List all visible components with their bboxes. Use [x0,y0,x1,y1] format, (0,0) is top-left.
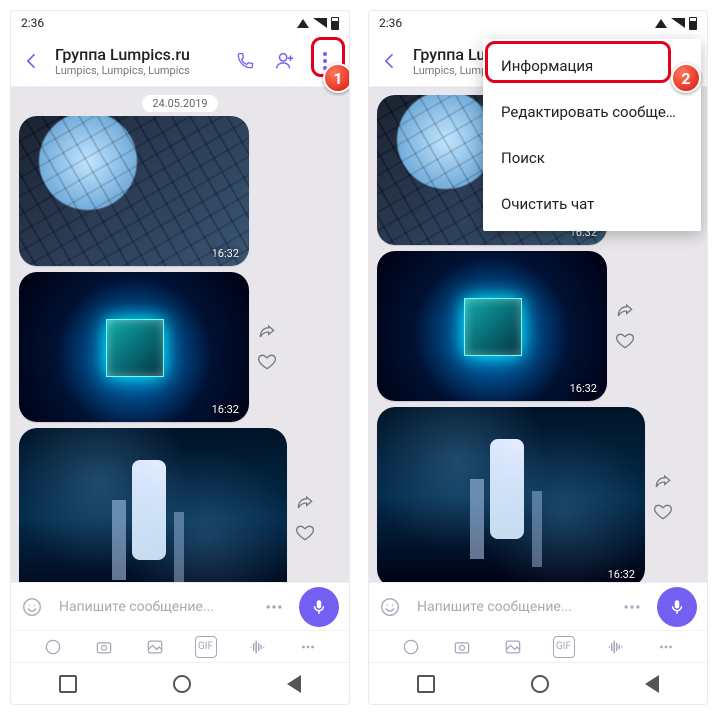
voice-message-button[interactable] [299,587,339,627]
share-icon[interactable] [653,472,673,492]
audio-wave-icon[interactable] [246,636,268,658]
message-input[interactable] [415,598,607,616]
network-icon [297,19,309,28]
sticker-icon[interactable] [379,596,401,618]
nav-bar [11,662,349,704]
add-member-button[interactable] [271,47,299,75]
image-message[interactable]: 16:32 [19,116,249,266]
audio-wave-icon[interactable] [604,636,626,658]
camera-icon[interactable] [451,636,473,658]
status-bar: 2:36 [369,11,707,35]
more-apps-icon[interactable] [655,636,677,658]
recents-button[interactable] [59,675,77,693]
date-pill: 24.05.2019 [142,95,217,112]
message-time: 16:32 [570,382,597,395]
menu-item-edit[interactable]: Редактировать сообщения [483,89,701,135]
more-composer-icon[interactable] [621,596,643,618]
chat-title-area[interactable]: Группа Lumpics.ru Lumpics, Lumpics, Lump… [55,45,219,77]
back-nav-button[interactable] [287,675,301,693]
composer [369,582,707,630]
menu-item-clear[interactable]: Очистить чат [483,181,701,227]
like-icon[interactable] [257,352,277,372]
like-icon[interactable] [653,502,673,522]
gallery-icon[interactable] [502,636,524,658]
message-input[interactable] [57,598,249,616]
attach-smiley-icon[interactable] [400,636,422,658]
more-apps-icon[interactable] [297,636,319,658]
gallery-icon[interactable] [144,636,166,658]
callout-badge-2: 2 [671,63,701,93]
chat-title: Группа Lumpics.ru [55,45,219,64]
nav-bar [369,662,707,704]
chat-header: Группа Lumpics.ru Lumpics, Lumpics, Lump… [11,35,349,87]
signal-icon [671,18,685,28]
message-actions [653,472,673,522]
more-composer-icon[interactable] [263,596,285,618]
image-message[interactable]: 16:32 [377,407,645,582]
battery-icon [331,17,339,30]
message-actions [615,301,635,351]
camera-icon[interactable] [93,636,115,658]
image-message[interactable]: 16:32 [19,428,287,582]
message-row: 16:32 [19,428,341,582]
share-icon[interactable] [615,301,635,321]
menu-item-search[interactable]: Поиск [483,135,701,181]
status-icons [297,17,339,30]
status-time: 2:36 [21,16,44,30]
network-icon [655,19,667,28]
image-message[interactable]: 16:32 [377,251,607,401]
status-icons [655,17,697,30]
message-actions [257,322,277,372]
message-time: 16:32 [212,403,239,416]
chat-body[interactable]: 24.05.2019 16:32 16:32 16:32 [11,87,349,582]
home-button[interactable] [531,675,549,693]
signal-icon [313,18,327,28]
voice-message-button[interactable] [657,587,697,627]
like-icon[interactable] [295,523,315,543]
phone-screenshot-left: 2:36 Группа Lumpics.ru Lumpics, Lumpics,… [10,10,350,705]
attach-smiley-icon[interactable] [42,636,64,658]
back-button[interactable] [379,50,401,72]
composer-secondary-row: GIF [11,630,349,662]
gif-icon[interactable]: GIF [195,636,217,658]
message-actions [295,493,315,543]
chat-subtitle: Lumpics, Lumpics, Lumpics [55,64,219,77]
phone-screenshot-right: 2:36 Группа Lu Lumpics, Lumpics, Lumpics… [368,10,708,705]
composer [11,582,349,630]
message-time: 16:32 [608,568,635,581]
image-message[interactable]: 16:32 [19,272,249,422]
share-icon[interactable] [295,493,315,513]
message-row: 16:32 [377,407,699,582]
composer-secondary-row: GIF [369,630,707,662]
back-button[interactable] [21,50,43,72]
message-row: 16:32 [19,116,341,266]
battery-icon [689,17,697,30]
share-icon[interactable] [257,322,277,342]
gif-icon[interactable]: GIF [553,636,575,658]
callout-badge-1: 1 [323,63,350,93]
status-time: 2:36 [379,16,402,30]
recents-button[interactable] [417,675,435,693]
message-row: 16:32 [377,251,699,401]
call-button[interactable] [231,47,259,75]
message-time: 16:32 [212,247,239,260]
home-button[interactable] [173,675,191,693]
back-nav-button[interactable] [645,675,659,693]
message-row: 16:32 [19,272,341,422]
sticker-icon[interactable] [21,596,43,618]
like-icon[interactable] [615,331,635,351]
status-bar: 2:36 [11,11,349,35]
